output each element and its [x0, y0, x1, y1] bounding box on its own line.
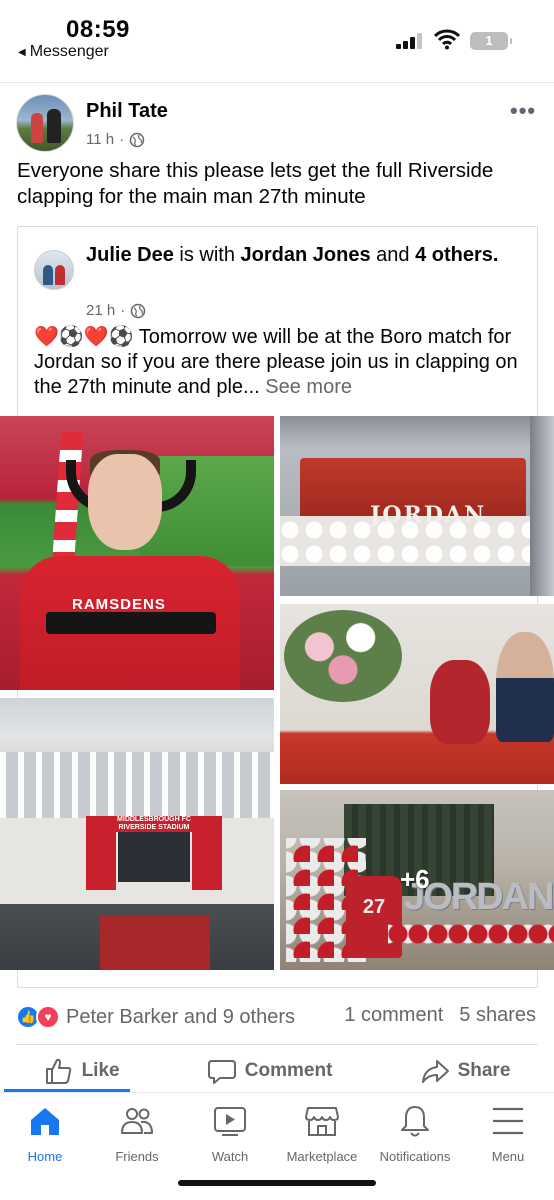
thumbs-up-icon: [45, 1058, 71, 1084]
stadium-sign: MIDDLESBROUGH FC RIVERSIDE STADIUM: [112, 816, 196, 832]
divider: [0, 82, 554, 83]
status-bar: 08:59 ◀ Messenger 1: [0, 0, 554, 80]
back-arrow-icon: ◀: [18, 46, 26, 58]
tab-notifications[interactable]: Notifications: [365, 1103, 465, 1164]
love-reaction-icon: ♥: [36, 1005, 60, 1029]
wreath-text: JORDAN: [370, 502, 487, 528]
clock: 08:59: [66, 16, 130, 43]
share-count[interactable]: 5 shares: [459, 1004, 536, 1027]
menu-icon: [493, 1107, 523, 1135]
shared-post-meta: 21 h ·: [86, 302, 146, 319]
bell-icon: [401, 1106, 429, 1137]
photo-floral-tribute[interactable]: JORDAN: [280, 416, 554, 596]
post-text: Everyone share this please lets get the …: [17, 159, 494, 208]
tab-menu[interactable]: Menu: [458, 1103, 554, 1164]
shared-author-avatar[interactable]: [34, 250, 74, 290]
home-indicator[interactable]: [178, 1180, 376, 1186]
post-meta: 11 h ·: [86, 131, 145, 148]
photo-balloons-more[interactable]: 27 JORDAN +6: [280, 790, 554, 970]
tab-watch[interactable]: Watch: [180, 1103, 280, 1164]
tagged-user[interactable]: Jordan Jones: [241, 244, 371, 266]
back-label: Messenger: [29, 43, 109, 60]
back-to-messenger[interactable]: ◀ Messenger: [18, 43, 109, 61]
shared-post-text: ❤️⚽❤️⚽ Tomorrow we will be at the Boro m…: [34, 326, 518, 398]
post-time[interactable]: 11 h: [86, 131, 114, 148]
home-icon: [31, 1108, 59, 1135]
post-actions: Like Comment Share: [0, 1052, 554, 1090]
photo-stadium-fan[interactable]: RAMSDENS: [0, 416, 274, 690]
photo-riverside-stadium[interactable]: MIDDLESBROUGH FC RIVERSIDE STADIUM: [0, 698, 274, 970]
battery-icon: 1: [470, 32, 512, 50]
shared-post-time[interactable]: 21 h: [86, 302, 115, 319]
share-button[interactable]: Share: [420, 1056, 510, 1086]
post-author[interactable]: Phil Tate: [86, 100, 168, 123]
see-more-link[interactable]: See more: [265, 376, 352, 398]
tab-marketplace[interactable]: Marketplace: [272, 1103, 372, 1164]
more-options-icon[interactable]: •••: [510, 98, 536, 124]
globe-icon: [130, 303, 146, 318]
more-photos-count[interactable]: +6: [400, 864, 430, 895]
comment-count[interactable]: 1 comment: [344, 1004, 443, 1027]
reactions-text[interactable]: Peter Barker and 9 others: [66, 1006, 295, 1029]
photo-bear-service[interactable]: [280, 604, 554, 784]
shirt-sponsor-text: RAMSDENS: [72, 596, 166, 613]
tab-home[interactable]: Home: [0, 1103, 95, 1164]
share-arrow-icon: [421, 1060, 449, 1083]
globe-icon: [129, 132, 145, 147]
engagement-counts: 1 comment 5 shares: [344, 1004, 536, 1027]
shared-author[interactable]: Julie Dee: [86, 244, 174, 266]
divider: [16, 1044, 538, 1045]
comment-icon: [207, 1060, 236, 1084]
reactions-summary[interactable]: 👍 ♥ Peter Barker and 9 others: [16, 1004, 295, 1030]
friends-icon: [121, 1108, 153, 1134]
like-button[interactable]: Like: [44, 1056, 120, 1086]
author-avatar[interactable]: [16, 94, 74, 152]
shared-post-header: Julie Dee is with Jordan Jones and 4 oth…: [86, 244, 499, 266]
comment-button[interactable]: Comment: [207, 1056, 332, 1086]
wifi-icon: [434, 29, 460, 50]
signal-icon: [396, 33, 424, 49]
tab-friends[interactable]: Friends: [87, 1103, 187, 1164]
marketplace-icon: [305, 1107, 339, 1136]
tagged-others[interactable]: 4 others.: [415, 244, 498, 266]
watch-icon: [214, 1107, 246, 1136]
